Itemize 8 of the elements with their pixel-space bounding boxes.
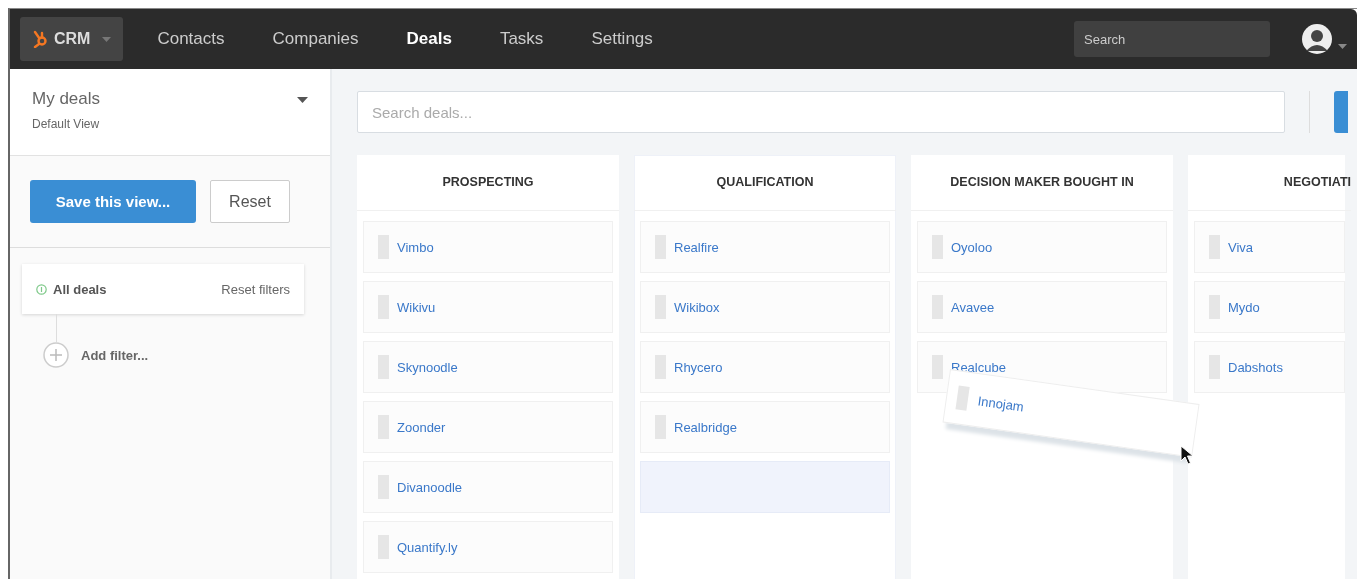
column-title: NEGOTIATI (1188, 155, 1351, 211)
column-title: DECISION MAKER BOUGHT IN (911, 155, 1173, 211)
view-subtitle: Default View (32, 117, 101, 131)
column-title: QUALIFICATION (634, 155, 896, 211)
view-title: My deals (32, 89, 101, 109)
deal-name: Innojam (976, 392, 1025, 415)
column-title: PROSPECTING (357, 155, 619, 211)
filter-name: All deals (53, 281, 107, 297)
